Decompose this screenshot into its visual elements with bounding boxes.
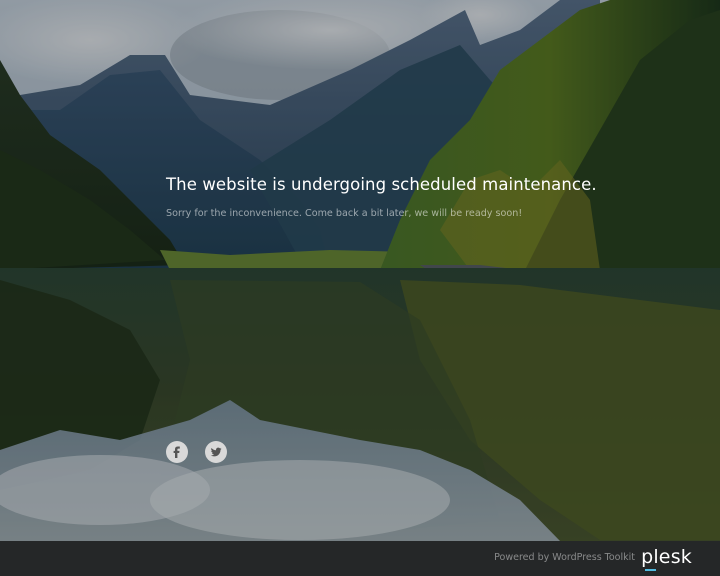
page-title: The website is undergoing scheduled main…: [166, 175, 597, 194]
maintenance-page: The website is undergoing scheduled main…: [0, 0, 720, 576]
twitter-button[interactable]: [205, 441, 227, 463]
dark-overlay: [0, 0, 720, 576]
facebook-button[interactable]: [166, 441, 188, 463]
twitter-icon: [205, 441, 227, 463]
powered-by-text: Powered by WordPress Toolkit: [494, 552, 635, 563]
facebook-icon: [166, 441, 188, 463]
logo-accent-line: [645, 569, 656, 571]
footer-bar: Powered by WordPress Toolkit plesk: [0, 541, 720, 576]
plesk-logo[interactable]: plesk: [641, 546, 692, 568]
maintenance-message: The website is undergoing scheduled main…: [166, 175, 686, 219]
page-subtitle: Sorry for the inconvenience. Come back a…: [166, 208, 523, 219]
social-links: [166, 441, 227, 463]
